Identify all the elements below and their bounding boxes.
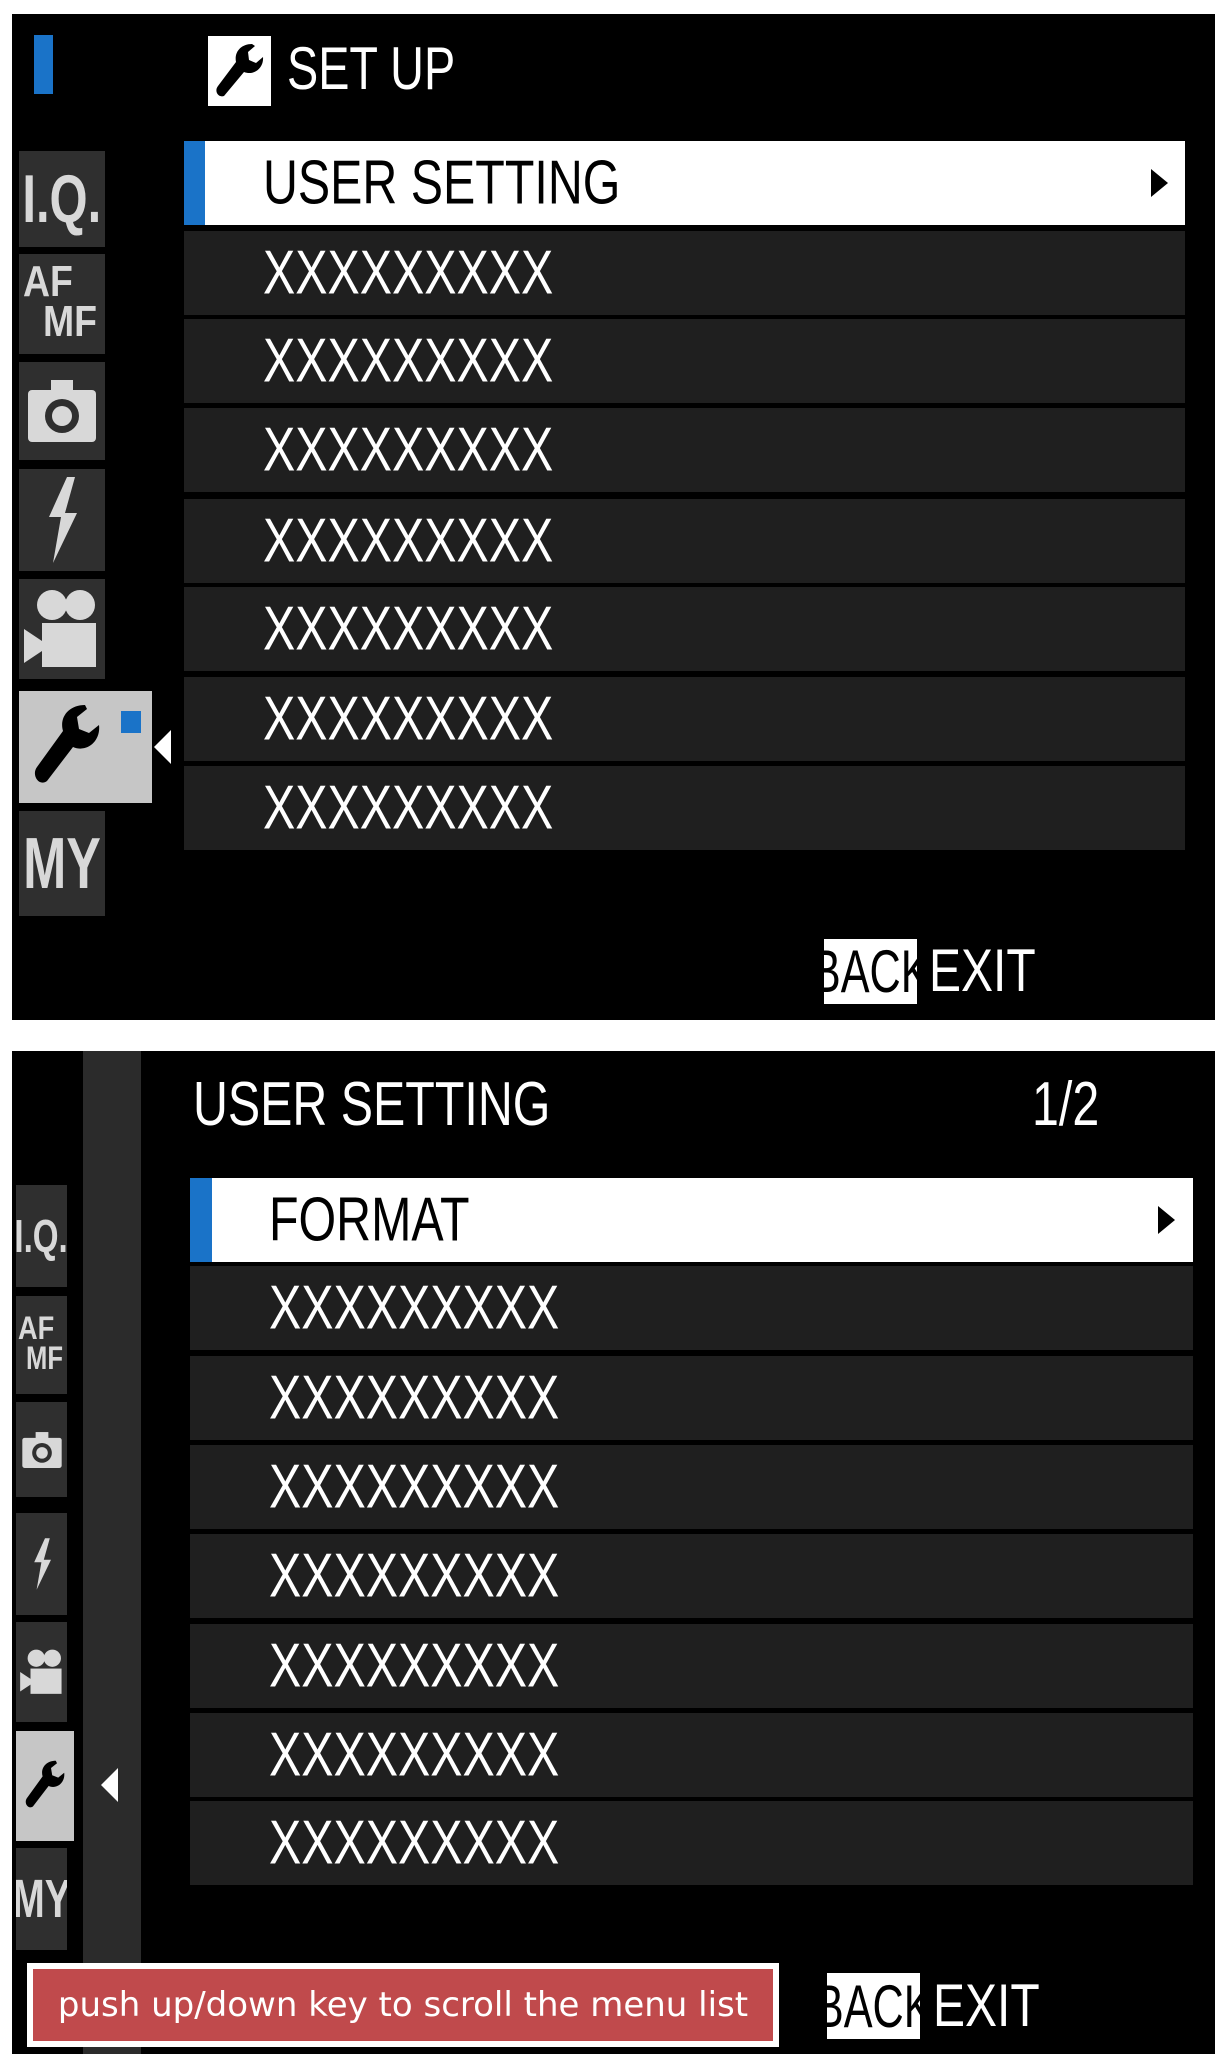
menu-item-label: XXXXXXXXX [269, 1720, 560, 1790]
tab-af-mf[interactable]: AF MF [16, 1296, 67, 1394]
setup-menu-screen: SET UP I.Q. AF MF MY USER SETTING XXXXXX… [12, 14, 1215, 1020]
menu-position-marker [34, 35, 53, 94]
submenu-arrow-icon [1151, 169, 1168, 197]
tab-movie[interactable] [16, 1622, 67, 1722]
page-title: SET UP [287, 35, 456, 102]
tab-flash[interactable] [16, 1513, 67, 1615]
wrench-icon [25, 1760, 65, 1808]
tab-setup[interactable] [16, 1731, 74, 1841]
back-button[interactable]: BACK [824, 939, 917, 1004]
tab-selector-arrow [101, 1768, 118, 1802]
hint-text: push up/down key to scroll the menu list [57, 1985, 749, 2025]
menu-item-label: FORMAT [269, 1185, 470, 1255]
menu-item-label: XXXXXXXXX [269, 1273, 560, 1343]
menu-item-user-setting[interactable]: USER SETTING [184, 141, 1185, 225]
exit-label: EXIT [929, 937, 1036, 1004]
menu-item[interactable]: XXXXXXXXX [190, 1801, 1193, 1885]
menu-item-label: XXXXXXXXX [263, 684, 554, 754]
menu-item[interactable]: XXXXXXXXX [184, 408, 1185, 492]
tab-label: MY [16, 1868, 67, 1930]
tab-my-menu[interactable]: MY [19, 811, 105, 916]
tab-label: I.Q. [16, 1210, 67, 1262]
menu-item-label: XXXXXXXXX [263, 594, 554, 664]
tab-selector-arrow [154, 730, 171, 764]
tab-shooting[interactable] [19, 362, 105, 460]
menu-item[interactable]: XXXXXXXXX [184, 766, 1185, 850]
tab-flash[interactable] [19, 469, 105, 571]
tab-image-quality[interactable]: I.Q. [19, 151, 105, 247]
menu-item[interactable]: XXXXXXXXX [184, 319, 1185, 403]
movie-camera-icon [24, 590, 96, 667]
exit-label: EXIT [933, 1972, 1040, 2039]
selection-bar [184, 141, 205, 225]
sidebar-strip [83, 1051, 141, 2054]
back-button[interactable]: BACK [827, 1973, 920, 2039]
menu-item-label: XXXXXXXXX [263, 773, 554, 843]
menu-item-label: XXXXXXXXX [263, 326, 554, 396]
menu-item-label: XXXXXXXXX [263, 506, 554, 576]
tab-af-mf[interactable]: AF MF [19, 254, 105, 354]
menu-item-label: XXXXXXXXX [269, 1452, 560, 1522]
submenu-arrow-icon [1158, 1206, 1175, 1234]
menu-item[interactable]: XXXXXXXXX [184, 587, 1185, 671]
selection-bar [190, 1178, 212, 1262]
menu-item-label: XXXXXXXXX [263, 238, 554, 308]
af-mf-icon: AF MF [18, 1310, 63, 1376]
scroll-hint-callout: push up/down key to scroll the menu list [27, 1963, 779, 2047]
menu-item[interactable]: XXXXXXXXX [184, 231, 1185, 315]
wrench-icon [208, 36, 271, 106]
tab-image-quality[interactable]: I.Q. [16, 1185, 67, 1287]
flash-icon [49, 477, 77, 563]
menu-item[interactable]: XXXXXXXXX [190, 1356, 1193, 1440]
camera-icon [21, 1431, 62, 1468]
tab-movie[interactable] [19, 579, 105, 679]
menu-item-label: XXXXXXXXX [263, 415, 554, 485]
menu-item-label: XXXXXXXXX [269, 1808, 560, 1878]
menu-item[interactable]: XXXXXXXXX [190, 1534, 1193, 1618]
camera-icon [28, 380, 96, 442]
tab-label: I.Q. [22, 161, 102, 237]
menu-item[interactable]: XXXXXXXXX [190, 1266, 1193, 1350]
menu-item[interactable]: XXXXXXXXX [190, 1445, 1193, 1529]
tab-shooting[interactable] [16, 1402, 67, 1497]
current-tab-dot [121, 711, 141, 733]
menu-item[interactable]: XXXXXXXXX [190, 1624, 1193, 1708]
af-mf-icon: AF MF [23, 257, 98, 346]
tab-label: MY [23, 823, 101, 904]
user-setting-screen: USER SETTING 1/2 I.Q. AF MF FORMAT XXXXX… [12, 1051, 1215, 2054]
menu-item[interactable]: XXXXXXXXX [190, 1713, 1193, 1797]
tab-setup[interactable] [19, 691, 152, 803]
menu-item-label: XXXXXXXXX [269, 1631, 560, 1701]
menu-item-label: XXXXXXXXX [269, 1363, 560, 1433]
flash-icon [33, 1538, 51, 1590]
movie-camera-icon [19, 1649, 62, 1694]
menu-item-label: USER SETTING [263, 148, 621, 218]
menu-item[interactable]: XXXXXXXXX [184, 499, 1185, 583]
wrench-icon [34, 705, 100, 783]
page-title: USER SETTING [193, 1070, 551, 1139]
tab-my-menu[interactable]: MY [16, 1848, 67, 1950]
menu-item-format[interactable]: FORMAT [190, 1178, 1193, 1262]
menu-item[interactable]: XXXXXXXXX [184, 677, 1185, 761]
menu-item-label: XXXXXXXXX [269, 1541, 560, 1611]
page-indicator: 1/2 [1032, 1070, 1100, 1139]
